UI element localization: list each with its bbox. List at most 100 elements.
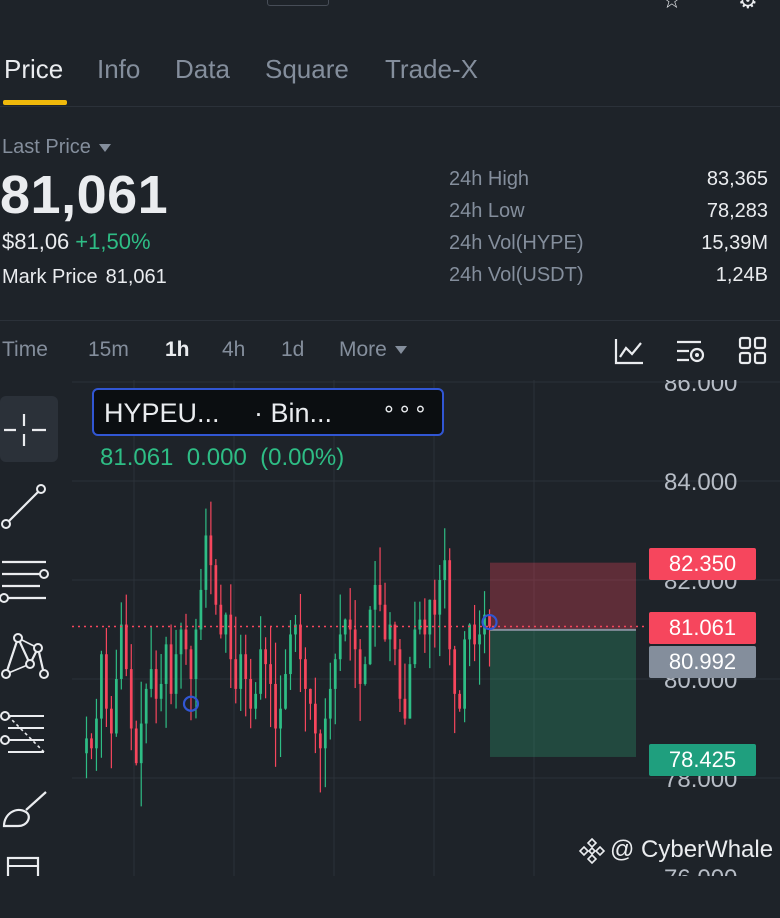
stat-24h-vol-usdt-value: 1,24B xyxy=(715,264,768,286)
last-price-dropdown[interactable]: Last Price xyxy=(2,136,111,159)
take-profit-price-tag[interactable]: 82.350 xyxy=(649,548,756,580)
candle-body xyxy=(428,599,432,635)
candle-body xyxy=(323,718,327,749)
stat-24h-vol-hype-label: 24h Vol(HYPE) xyxy=(449,232,584,254)
candle-body xyxy=(433,599,437,615)
tab-data[interactable]: Data xyxy=(175,54,230,85)
stat-24h-high-label: 24h High xyxy=(449,168,530,190)
fibonacci-tool[interactable] xyxy=(0,700,58,766)
candle-body xyxy=(149,669,153,689)
candle-body xyxy=(333,659,337,689)
tab-info[interactable]: Info xyxy=(97,54,140,85)
candle-body xyxy=(313,703,317,734)
candle-body xyxy=(279,708,282,729)
candle-body xyxy=(368,609,372,665)
more-caret-icon xyxy=(394,346,407,355)
candle-body xyxy=(234,659,238,689)
candle-body xyxy=(249,679,253,709)
take-profit-zone xyxy=(490,562,636,630)
candle-body xyxy=(378,584,382,605)
stop-loss-zone xyxy=(490,629,636,757)
tab-price[interactable]: Price xyxy=(4,54,63,85)
candle-body xyxy=(328,688,332,719)
last-price-label: Last Price xyxy=(2,136,91,158)
pattern-tool[interactable] xyxy=(0,624,58,690)
stop-loss-price-tag[interactable]: 78.425 xyxy=(649,744,756,776)
interval-4h[interactable]: 4h xyxy=(222,338,245,362)
fibonacci-icon xyxy=(0,711,45,753)
top-toolbar: ☆ ⚙ xyxy=(0,0,780,13)
chart-settings-icon[interactable] xyxy=(675,336,707,366)
legend-menu-dots-icon[interactable]: ∘∘∘ xyxy=(382,396,429,422)
mark-price-tag: 80.992 xyxy=(649,646,756,678)
candle-body xyxy=(448,560,452,650)
caret-down-icon xyxy=(98,143,111,152)
interval-1h[interactable]: 1h xyxy=(165,338,190,362)
candle-body xyxy=(224,614,228,635)
mark-price-label: Mark Price xyxy=(2,266,98,288)
brush-tool[interactable] xyxy=(0,776,58,842)
settings-gear-icon[interactable]: ⚙ xyxy=(738,0,758,14)
candle-body xyxy=(139,723,143,764)
more-label: More xyxy=(339,338,387,361)
last-price-tag: 81.061 xyxy=(649,612,756,644)
candle-body xyxy=(164,644,168,684)
candle-body xyxy=(318,733,322,749)
watermark-text: @ CyberWhale xyxy=(610,836,774,863)
tab-trade-x[interactable]: Trade-X xyxy=(385,54,478,85)
trend-line-icon xyxy=(1,484,46,529)
horizontal-lines-icon xyxy=(0,560,49,603)
y-axis-tick-label: 86.000 xyxy=(664,380,737,397)
interval-bar: Time 15m 1h 4h 1d More xyxy=(0,336,780,366)
candle-body xyxy=(478,634,481,645)
horizontal-lines-tool[interactable] xyxy=(0,548,58,614)
stat-24h-vol-usdt-label: 24h Vol(USDT) xyxy=(449,264,584,286)
candle-body xyxy=(403,698,407,719)
candle-body xyxy=(199,589,203,630)
candle-body xyxy=(304,659,307,689)
interval-15m[interactable]: 15m xyxy=(88,338,129,362)
crosshair-tool[interactable] xyxy=(0,396,58,462)
ohlc-change-pct: (0.00%) xyxy=(260,444,345,471)
indicator-chart-icon[interactable] xyxy=(613,336,645,366)
interval-more-dropdown[interactable]: More xyxy=(339,338,407,362)
candle-body xyxy=(174,654,178,694)
top-field-fragment xyxy=(267,0,329,6)
candle-body xyxy=(169,644,173,694)
candle-body xyxy=(418,619,422,630)
layout-grid-icon[interactable] xyxy=(738,336,768,366)
candle-body xyxy=(214,565,218,605)
candle-body xyxy=(289,634,292,675)
candle-body xyxy=(124,624,128,670)
candle-body xyxy=(114,679,118,734)
price-change-percent: +1,50% xyxy=(75,229,151,254)
candle-body xyxy=(363,664,367,684)
tab-square[interactable]: Square xyxy=(265,54,349,85)
candle-body xyxy=(189,649,193,679)
candle-body xyxy=(463,639,467,709)
candle-body xyxy=(95,718,98,749)
y-axis-tick-label: 76.000 xyxy=(664,865,737,876)
trend-line-tool[interactable] xyxy=(0,472,58,538)
candle-body xyxy=(239,654,243,689)
interval-time[interactable]: Time xyxy=(2,338,48,362)
candle-body xyxy=(184,629,188,650)
ohlc-change: 0.000 xyxy=(186,444,247,471)
candle-body xyxy=(443,560,447,580)
fiat-price: $81,06 xyxy=(2,229,70,254)
symbol-name: HYPEU... xyxy=(104,398,220,428)
candle-body xyxy=(358,649,362,684)
more-tools[interactable] xyxy=(0,852,58,918)
candle-body xyxy=(274,683,277,729)
symbol-legend-box[interactable]: HYPEU... · Bin... ∘∘∘ xyxy=(92,388,444,436)
candle-body xyxy=(154,669,158,699)
candle-body xyxy=(134,728,138,764)
candle-body xyxy=(383,604,387,640)
interval-1d[interactable]: 1d xyxy=(281,338,304,362)
candle-body xyxy=(473,624,476,645)
candle-body xyxy=(343,619,347,635)
mark-price-row: Mark Price 81,061 xyxy=(2,266,167,289)
candle-body xyxy=(393,624,397,650)
candle-body xyxy=(159,683,163,699)
favorite-star-icon[interactable]: ☆ xyxy=(662,0,682,14)
